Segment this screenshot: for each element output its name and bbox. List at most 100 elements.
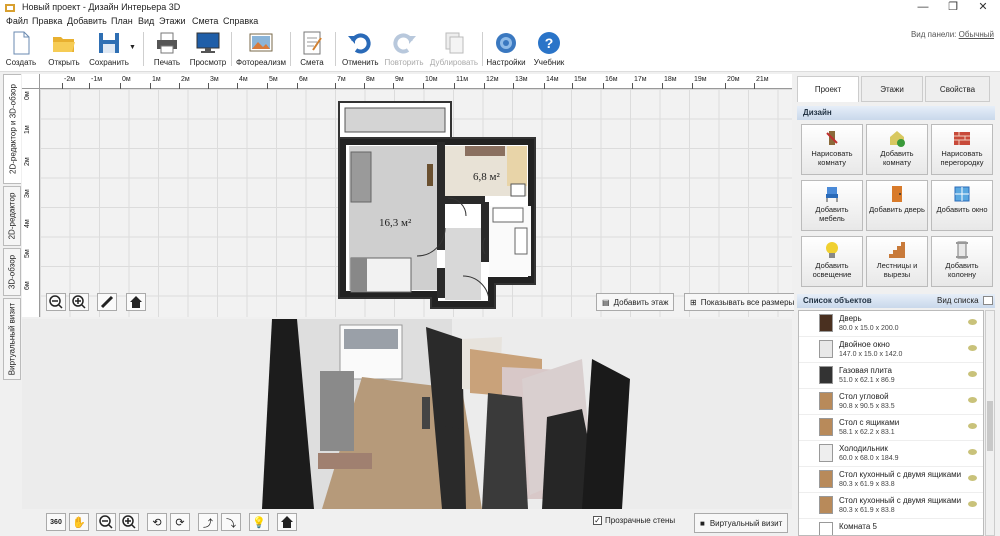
draw-partition-button[interactable]: Нарисовать перегородку [931,124,993,175]
estimate-button[interactable]: Смета [297,30,327,70]
bulb-icon: 💡 [252,516,266,529]
tab-project[interactable]: Проект [797,76,859,102]
tab-virtual-visit[interactable]: Виртуальный визит [3,298,21,380]
menu-floors[interactable]: Этажи [159,16,186,26]
photorealism-button[interactable]: Фотореализм [236,30,286,70]
rotate-left-button[interactable]: ⟲ [147,513,167,531]
save-button[interactable]: Сохранить [88,30,130,70]
maximize-button[interactable]: ❐ [940,1,966,14]
menu-view[interactable]: Вид [138,16,154,26]
menu-help[interactable]: Справка [223,16,258,26]
menu-file[interactable]: Файл [6,16,28,26]
list-item[interactable]: Стол с ящиками 58.1 x 62.2 x 83.1 [799,415,983,441]
list-item[interactable]: Газовая плита 51.0 x 62.1 x 86.9 [799,363,983,389]
settings-button[interactable]: Настройки [486,30,526,70]
objects-scrollbar[interactable] [985,310,995,536]
tilt-down-button[interactable]: ⤵ [221,513,241,531]
close-button[interactable]: ✕ [970,1,996,14]
visibility-eye-icon[interactable] [968,423,977,429]
undo-button[interactable]: Отменить [342,30,379,70]
menu-edit[interactable]: Правка [32,16,62,26]
rotate-360-button[interactable]: 360 [46,513,66,531]
add-furniture-button[interactable]: Добавить мебель [801,180,863,231]
visibility-eye-icon[interactable] [968,371,977,377]
tab-floors[interactable]: Этажи [861,76,923,102]
design-button-label: Лестницы и вырезы [876,261,918,279]
view-3d[interactable] [22,319,792,509]
duplicate-button[interactable]: Дублировать [428,30,480,70]
stairs-cutouts-button[interactable]: Лестницы и вырезы [866,236,928,287]
redo-icon [391,30,417,56]
room-hallway[interactable] [445,228,481,300]
home-3d-button[interactable] [277,513,297,531]
ruler-tick [335,83,336,89]
list-item[interactable]: Комната 5 [799,519,983,535]
ruler-tick [208,83,209,89]
visibility-eye-icon[interactable] [968,449,977,455]
ruler-top-label: 21м [756,76,769,83]
home-view-button[interactable] [126,293,146,311]
view-panel-selector[interactable]: Вид панели: Обычный [911,30,994,39]
tab-properties[interactable]: Свойства [925,76,990,102]
pan-button[interactable]: ✋ [69,513,89,531]
tab-3d[interactable]: 3D-обзор [3,248,21,296]
ruler-tick [603,83,604,89]
menu-estimate[interactable]: Смета [192,16,218,26]
ruler-tick [454,83,455,89]
design-button-label: Добавить комнату [880,149,914,167]
print-button[interactable]: Печать [150,30,184,70]
list-view-toggle[interactable]: Вид списка [937,296,993,305]
zoom-out-button[interactable] [46,293,66,311]
add-room-button[interactable]: Добавить комнату [866,124,928,175]
tilt-up-button[interactable]: ⤴ [198,513,218,531]
add-door-button[interactable]: Добавить дверь [866,180,928,231]
list-item[interactable]: Стол кухонный с двумя ящиками 80.3 x 61.9… [799,493,983,519]
zoom-in-button[interactable] [69,293,89,311]
redo-button[interactable]: Повторить [384,30,424,70]
visibility-eye-icon[interactable] [968,397,977,403]
tab-2d[interactable]: 2D-редактор [3,186,21,246]
view-panel-value[interactable]: Обычный [959,30,994,39]
visibility-eye-icon[interactable] [968,501,977,507]
save-dropdown-icon[interactable]: ▼ [129,44,136,51]
transparent-walls-toggle[interactable]: ✓ Прозрачные стены [593,516,675,525]
add-lighting-button[interactable]: Добавить освещение [801,236,863,287]
measure-button[interactable] [97,293,117,311]
zoom-in-icon [122,515,136,529]
add-floor-button[interactable]: ▤ Добавить этаж [596,293,675,311]
menu-add[interactable]: Добавить [67,16,107,26]
rotate-right-button[interactable]: ⟳ [170,513,190,531]
visibility-eye-icon[interactable] [968,345,977,351]
list-item[interactable]: Дверь 80.0 x 15.0 x 200.0 [799,311,983,337]
undo-icon [347,30,373,56]
object-thumbnail [819,418,833,436]
checkbox-icon[interactable]: ✓ [593,516,602,525]
list-item[interactable]: Двойное окно 147.0 x 15.0 x 142.0 [799,337,983,363]
list-item[interactable]: Стол кухонный с двумя ящиками 80.3 x 61.9… [799,467,983,493]
create-button[interactable]: Создать [4,30,38,70]
add-column-button[interactable]: Добавить колонну [931,236,993,287]
list-item[interactable]: Стол угловой 90.8 x 90.5 x 83.5 [799,389,983,415]
draw-room-button[interactable]: Нарисовать комнату [801,124,863,175]
virtual-visit-button[interactable]: ■ Виртуальный визит [694,513,789,533]
ruler-top-label: 13м [515,76,528,83]
preview-button[interactable]: Просмотр [189,30,227,70]
objects-list[interactable]: Дверь 80.0 x 15.0 x 200.0 Двойное окно 147.… [798,310,984,536]
tutorial-button[interactable]: ? Учебник [530,30,568,70]
minimize-button[interactable]: — [910,1,936,14]
lighting-button[interactable]: 💡 [249,513,269,531]
ruler-top-label: 14м [546,76,559,83]
add-window-button[interactable]: Добавить окно [931,180,993,231]
object-name: Двойное окно [839,340,890,349]
zoom-out-3d-button[interactable] [96,513,116,531]
show-all-sizes-button[interactable]: ⊞ Показывать все размеры [684,293,801,311]
zoom-in-3d-button[interactable] [119,513,139,531]
tab-2d-3d[interactable]: 2D-редактор и 3D-обзор [3,74,21,184]
list-item[interactable]: Холодильник 60.0 x 68.0 x 184.9 [799,441,983,467]
tilt-up-icon: ⤴ [203,518,213,530]
menu-plan[interactable]: План [111,16,133,26]
open-button[interactable]: Открыть [46,30,82,70]
visibility-eye-icon[interactable] [968,475,977,481]
visibility-eye-icon[interactable] [968,319,977,325]
floor-plan[interactable]: 16,3 м² 6,8 м² [335,98,547,310]
